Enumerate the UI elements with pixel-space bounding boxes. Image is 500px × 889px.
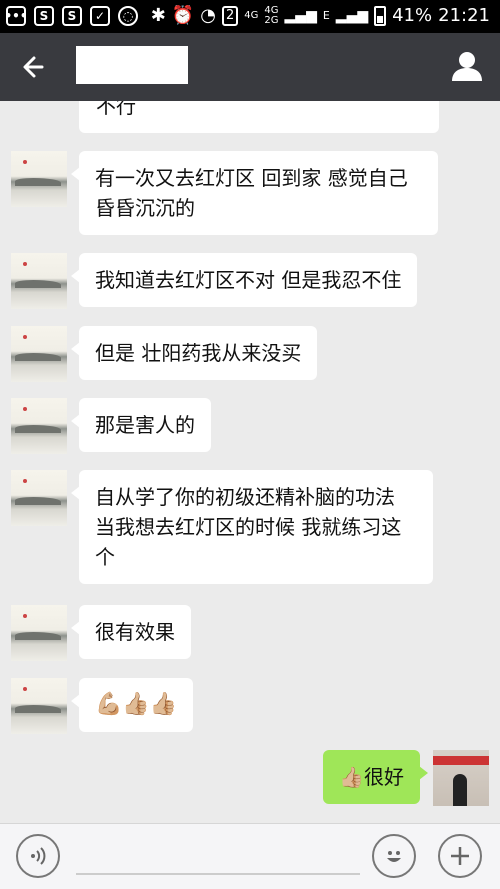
message-text: 但是 壮阳药我从来没买 [95, 341, 302, 365]
chat-icon: ••• [5, 6, 28, 26]
network-type-b: 4G 2G [264, 4, 279, 26]
contact-avatar[interactable] [11, 470, 67, 526]
message-line: 当我想去红灯区的时候 我就练习这 [95, 515, 402, 539]
s-app-icon: S [62, 6, 82, 26]
message-bubble-received[interactable]: 自从学了你的初级还精补脑的功法 当我想去红灯区的时候 我就练习这 个 [71, 470, 433, 584]
plus-icon[interactable] [438, 834, 482, 878]
back-arrow-icon[interactable] [20, 51, 52, 83]
message-bubble-received[interactable]: 💪🏼👍🏼👍🏼 [70, 678, 194, 732]
contact-avatar[interactable] [11, 605, 67, 661]
message-bubble-sent[interactable]: 👍🏼很好 [323, 750, 428, 804]
message-text: 👍🏼很好 [339, 765, 404, 789]
refresh-icon: ◌ [118, 6, 138, 26]
contact-avatar[interactable] [11, 151, 67, 207]
voice-icon[interactable] [16, 834, 60, 878]
network-type-a: 4G [244, 9, 259, 21]
message-line: 自从学了你的初级还精补脑的功法 [95, 485, 395, 509]
sim-slot: 2 [222, 5, 239, 26]
message-text: 我知道去红灯区不对 但是我忍不住 [95, 268, 402, 292]
emoji-icon[interactable] [372, 834, 416, 878]
clock: 21:21 [438, 5, 490, 26]
message-text: 很有效果 [95, 620, 175, 644]
sim-icon: S [34, 6, 54, 26]
message-line: 昏昏沉沉的 [95, 196, 195, 220]
contact-name [76, 46, 188, 84]
message-bubble-received[interactable]: 那是害人的 [71, 398, 211, 452]
message-line: 有一次又去红灯区 回到家 感觉自己 [95, 166, 408, 190]
message-bubble-received[interactable]: 有一次又去红灯区 回到家 感觉自己 昏昏沉沉的 [71, 151, 438, 235]
status-bar: ••• S S ✓ ◌ ✱ ⏰ ◔ 2 4G 4G 2G ▂▄▆ E ▂▄▆ 41… [0, 0, 500, 33]
contact-avatar[interactable] [11, 678, 67, 734]
self-avatar[interactable] [433, 750, 489, 806]
message-bubble-received[interactable]: 不行 [79, 101, 439, 133]
message-line: 个 [95, 545, 115, 569]
message-bubble-received[interactable]: 但是 壮阳药我从来没买 [70, 326, 318, 380]
chat-header [0, 33, 500, 101]
contact-avatar[interactable] [11, 326, 67, 382]
contact-avatar[interactable] [11, 398, 67, 454]
message-bubble-received[interactable]: 很有效果 [71, 605, 191, 659]
profile-icon[interactable] [450, 49, 484, 83]
message-input[interactable] [76, 873, 360, 875]
bluetooth-icon: ✱ [150, 5, 166, 26]
emoji-message: 💪🏼👍🏼👍🏼 [95, 692, 178, 717]
message-text: 那是害人的 [95, 413, 195, 437]
clipboard-icon: ✓ [90, 6, 110, 26]
input-bar [0, 823, 500, 889]
battery-icon [374, 5, 387, 26]
edge-label: E [322, 9, 330, 22]
alarm-icon: ⏰ [171, 5, 195, 26]
status-right: ✱ ⏰ ◔ 2 4G 4G 2G ▂▄▆ E ▂▄▆ 41% 21:21 [151, 5, 490, 26]
message-bubble-received[interactable]: 我知道去红灯区不对 但是我忍不住 [70, 253, 418, 307]
battery-percent: 41% [392, 5, 433, 26]
contact-avatar[interactable] [11, 253, 67, 309]
status-left-icons: ••• S S ✓ ◌ [5, 6, 138, 26]
message-text: 不行 [96, 101, 136, 118]
signal-icon-2: ▂▄▆ [335, 7, 369, 24]
wifi-icon: ◔ [200, 5, 216, 26]
signal-icon: ▂▄▆ [284, 7, 317, 24]
